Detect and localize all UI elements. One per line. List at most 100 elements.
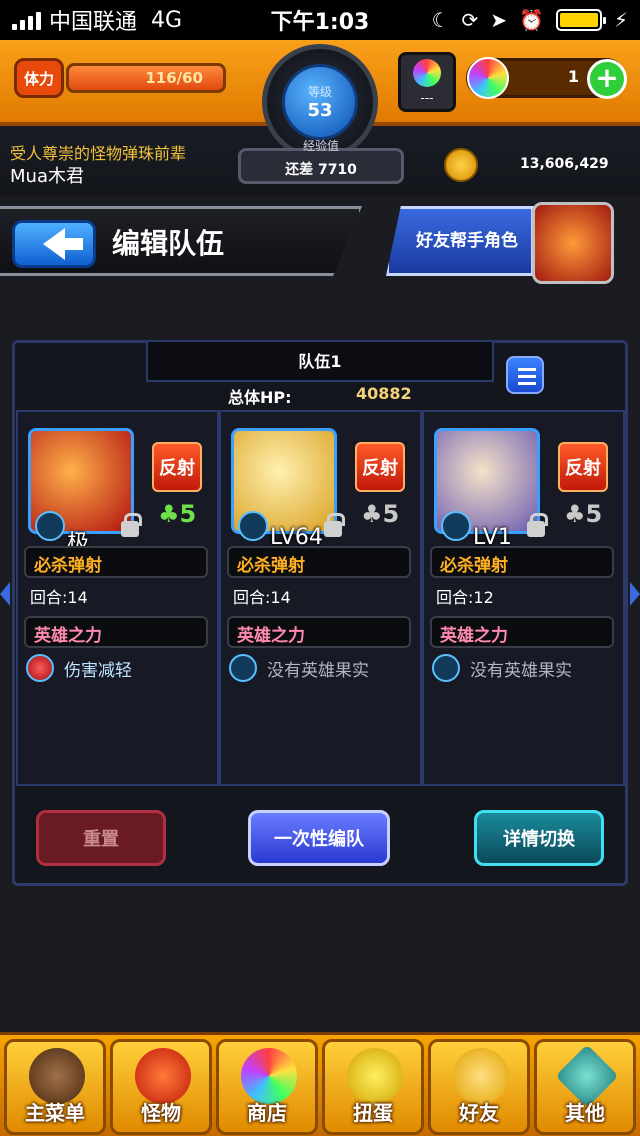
fruit-row: 没有英雄果实	[229, 654, 369, 682]
total-hp-label: 总体HP:	[228, 388, 292, 407]
fruit-row: 伤害减轻	[26, 654, 132, 682]
exp-box: 经验值 还差 7710	[238, 139, 404, 184]
nav-friends[interactable]: 好友	[428, 1039, 530, 1135]
bottom-nav: 主菜单 怪物 商店 扭蛋 好友 其他	[0, 1032, 640, 1136]
friend-helper-button[interactable]: 好友帮手角色	[386, 206, 534, 276]
lock-icon	[324, 513, 345, 537]
strike-turns: 回合:12	[436, 588, 494, 607]
stamina-value: 116/60	[145, 69, 203, 87]
team-slot-3[interactable]: LV1 反射 ♣5 必杀弹射 回合:12 英雄之力 没有英雄果实	[422, 410, 625, 786]
luck-value: ♣5	[158, 500, 197, 528]
shop-orb-icon	[241, 1048, 297, 1104]
charging-icon: ⚡	[613, 8, 628, 32]
nav-label: 怪物	[141, 1101, 181, 1125]
hero-power-title: 英雄之力	[24, 616, 208, 648]
orb-counter: 1 +	[466, 57, 627, 99]
nav-gacha[interactable]: 扭蛋	[322, 1039, 424, 1135]
hero-power-title: 英雄之力	[227, 616, 411, 648]
prev-team-arrow-icon[interactable]	[0, 582, 10, 606]
stamina-icon: 体力	[14, 58, 64, 98]
nav-label: 其他	[565, 1101, 605, 1125]
nav-label: 好友	[459, 1101, 499, 1125]
stamina-meter[interactable]: 体力 116/60	[14, 58, 226, 98]
strike-turns: 回合:14	[233, 588, 291, 607]
monster-avatar[interactable]: LV64	[231, 428, 345, 550]
nav-label: 扭蛋	[353, 1101, 393, 1125]
element-icon	[441, 511, 471, 541]
orb-icon	[467, 57, 509, 99]
orb-count: 1	[567, 67, 579, 86]
main-menu-icon	[29, 1048, 85, 1104]
fruit-text: 没有英雄果实	[267, 660, 369, 681]
strawberry-fruit-icon	[35, 511, 65, 541]
rotation-lock-icon: ⟳	[461, 8, 479, 32]
network-type: 4G	[151, 7, 183, 33]
signal-icon	[12, 10, 41, 30]
one-time-team-button[interactable]: 一次性编队	[248, 810, 390, 866]
element-icon	[238, 511, 268, 541]
nav-shop[interactable]: 商店	[216, 1039, 318, 1135]
hero-power-title: 英雄之力	[430, 616, 614, 648]
helper-monster-thumbnail[interactable]	[532, 202, 614, 284]
top-hud: 体力 116/60 等级 53 --- 1 + 受人尊崇的怪物弹珠前辈 Mua木…	[0, 40, 640, 196]
nav-other[interactable]: 其他	[534, 1039, 636, 1135]
player-name: Mua木君	[10, 166, 84, 187]
list-menu-button[interactable]	[506, 356, 544, 394]
strike-turns: 回合:14	[30, 588, 88, 607]
battery-icon	[555, 9, 606, 31]
gem-box[interactable]: ---	[398, 52, 456, 112]
exp-value: 还差 7710	[285, 162, 357, 178]
monster-avatar[interactable]: LV1	[434, 428, 548, 550]
strawberry-icon	[26, 654, 54, 682]
fruit-text: 伤害减轻	[64, 660, 132, 681]
total-hp-value: 40882	[356, 384, 412, 403]
strike-shot-name: 必杀弹射	[430, 546, 614, 578]
reflect-badge: 反射	[152, 442, 202, 492]
back-button[interactable]	[12, 220, 96, 268]
fruit-text: 没有英雄果实	[470, 660, 572, 681]
empty-fruit-icon	[229, 654, 257, 682]
gacha-egg-icon	[347, 1048, 403, 1104]
team-slot-2[interactable]: LV64 反射 ♣5 必杀弹射 回合:14 英雄之力 没有英雄果实	[219, 410, 422, 786]
carrier-name: 中国联通	[49, 10, 138, 35]
player-title: 受人尊崇的怪物弹珠前辈	[10, 144, 187, 163]
friends-balloon-icon	[453, 1048, 509, 1104]
monster-icon	[135, 1048, 191, 1104]
reflect-badge: 反射	[558, 442, 608, 492]
monster-avatar[interactable]: 极	[28, 428, 142, 556]
level-value: 53	[307, 100, 333, 121]
moon-icon: ☾	[431, 8, 450, 32]
strike-shot-name: 必杀弹射	[227, 546, 411, 578]
exp-label: 经验值	[302, 139, 339, 153]
nav-label: 商店	[247, 1101, 287, 1125]
detail-toggle-button[interactable]: 详情切换	[474, 810, 604, 866]
level-label: 等级	[307, 85, 332, 99]
fruit-row: 没有英雄果实	[432, 654, 572, 682]
luck-value: ♣5	[361, 500, 400, 528]
luck-value: ♣5	[564, 500, 603, 528]
team-slot-1[interactable]: 极 反射 ♣5 必杀弹射 回合:14 英雄之力 伤害减轻	[16, 410, 219, 786]
status-bar: 中国联通 4G 下午1:03 ☾ ⟳ ➤ ⏰ ⚡	[0, 0, 640, 40]
alarm-icon: ⏰	[519, 8, 544, 32]
lock-icon	[527, 513, 548, 537]
stamina-bar: 116/60	[66, 63, 226, 93]
back-arrow-icon	[43, 228, 83, 260]
coin-icon	[444, 148, 478, 182]
lock-icon	[121, 513, 142, 537]
nav-monster[interactable]: 怪物	[110, 1039, 212, 1135]
rainbow-orb-icon	[413, 59, 441, 87]
coin-count: 13,606,429	[520, 156, 609, 172]
empty-fruit-icon	[432, 654, 460, 682]
team-slots: 极 反射 ♣5 必杀弹射 回合:14 英雄之力 伤害减轻 LV64 反射 ♣5 …	[16, 410, 626, 786]
team-name: 队伍1	[298, 352, 342, 371]
location-icon: ➤	[490, 8, 508, 32]
reflect-badge: 反射	[355, 442, 405, 492]
gem-box-text: ---	[420, 91, 434, 105]
nav-label: 主菜单	[25, 1101, 85, 1125]
strike-shot-name: 必杀弹射	[24, 546, 208, 578]
next-team-arrow-icon[interactable]	[630, 582, 640, 606]
add-orb-button[interactable]: +	[587, 59, 627, 99]
nav-main-menu[interactable]: 主菜单	[4, 1039, 106, 1135]
page-title: 编辑队伍	[112, 227, 225, 260]
reset-button[interactable]: 重置	[36, 810, 166, 866]
